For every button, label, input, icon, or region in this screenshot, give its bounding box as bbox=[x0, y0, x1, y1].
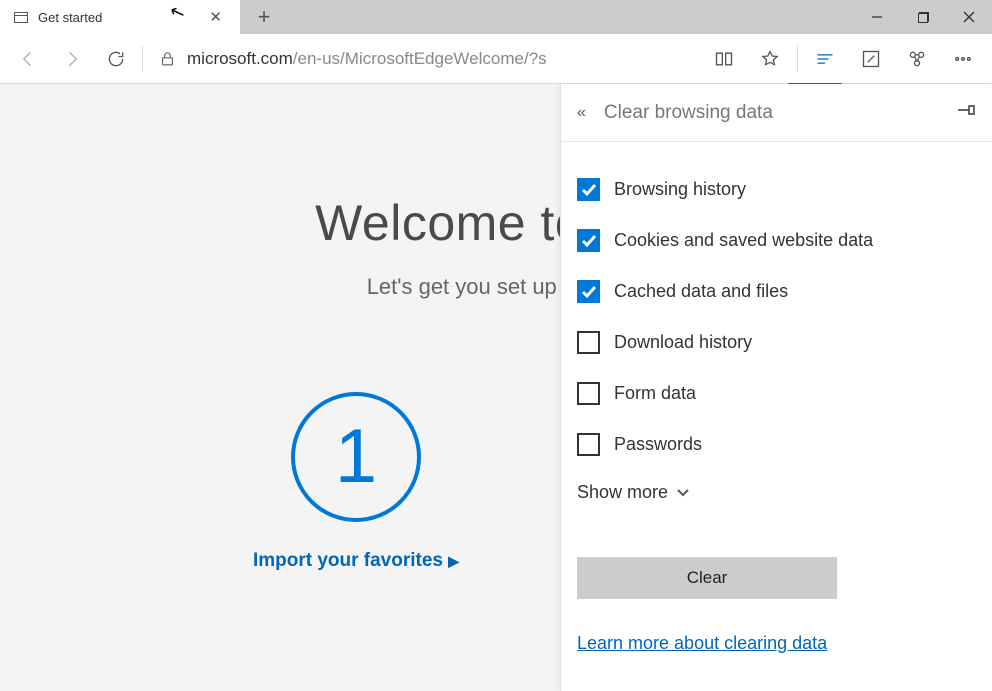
titlebar: Get started ✕ ↖ + bbox=[0, 0, 992, 34]
address-bar[interactable]: microsoft.com/en-us/MicrosoftEdgeWelcome… bbox=[187, 49, 701, 69]
step-1[interactable]: 1 Import your favorites ▶ bbox=[253, 392, 459, 572]
checkbox-row[interactable]: Download history bbox=[577, 317, 976, 368]
tab-close-button[interactable]: ✕ bbox=[201, 4, 230, 30]
checkbox[interactable] bbox=[577, 382, 600, 405]
close-window-button[interactable] bbox=[946, 0, 992, 34]
checkbox-row[interactable]: Form data bbox=[577, 368, 976, 419]
address-host: microsoft.com bbox=[187, 49, 293, 68]
pin-button[interactable] bbox=[958, 103, 976, 122]
panel-title: Clear browsing data bbox=[604, 102, 940, 124]
tab-title: Get started bbox=[38, 10, 102, 25]
lock-icon bbox=[147, 50, 187, 67]
show-more-button[interactable]: Show more bbox=[577, 482, 976, 503]
back-button[interactable] bbox=[6, 35, 50, 83]
address-path: /en-us/MicrosoftEdgeWelcome/?s bbox=[293, 49, 547, 68]
step-number: 1 bbox=[335, 419, 377, 495]
checkbox-label: Cookies and saved website data bbox=[614, 230, 873, 251]
panel-header: « Clear browsing data bbox=[561, 84, 992, 142]
forward-button[interactable] bbox=[50, 35, 94, 83]
checkbox-label: Cached data and files bbox=[614, 281, 788, 302]
clear-button[interactable]: Clear bbox=[577, 557, 837, 599]
arrow-right-icon: ▶ bbox=[448, 553, 459, 569]
separator bbox=[797, 46, 798, 72]
checkbox[interactable] bbox=[577, 229, 600, 252]
refresh-button[interactable] bbox=[94, 35, 138, 83]
restore-button[interactable] bbox=[900, 0, 946, 34]
checkbox-label: Passwords bbox=[614, 434, 702, 455]
show-more-label: Show more bbox=[577, 482, 668, 503]
favorite-button[interactable] bbox=[747, 35, 793, 83]
checkbox-label: Form data bbox=[614, 383, 696, 404]
checkbox[interactable] bbox=[577, 178, 600, 201]
panel-body: Browsing history Cookies and saved websit… bbox=[561, 142, 992, 670]
checkbox-row[interactable]: Cached data and files bbox=[577, 266, 976, 317]
clear-browsing-data-panel: « Clear browsing data Browsing history Co… bbox=[560, 84, 992, 691]
checkbox-label: Browsing history bbox=[614, 179, 746, 200]
separator bbox=[142, 46, 143, 72]
window-controls bbox=[854, 0, 992, 34]
checkbox-row[interactable]: Browsing history bbox=[577, 164, 976, 215]
reading-view-button[interactable] bbox=[701, 35, 747, 83]
panel-back-button[interactable]: « bbox=[577, 104, 586, 122]
cursor-icon: ↖ bbox=[167, 0, 188, 25]
checkbox-label: Download history bbox=[614, 332, 752, 353]
checkbox[interactable] bbox=[577, 280, 600, 303]
checkbox-row[interactable]: Passwords bbox=[577, 419, 976, 470]
checkbox-row[interactable]: Cookies and saved website data bbox=[577, 215, 976, 266]
webnote-button[interactable] bbox=[848, 35, 894, 83]
toolbar: microsoft.com/en-us/MicrosoftEdgeWelcome… bbox=[0, 34, 992, 84]
page-icon bbox=[14, 12, 28, 23]
more-button[interactable] bbox=[940, 35, 986, 83]
browser-tab[interactable]: Get started ✕ ↖ bbox=[0, 0, 240, 34]
learn-more-link[interactable]: Learn more about clearing data bbox=[577, 633, 976, 654]
share-button[interactable] bbox=[894, 35, 940, 83]
hub-button[interactable] bbox=[802, 35, 848, 83]
checkbox[interactable] bbox=[577, 331, 600, 354]
chevron-down-icon bbox=[676, 486, 690, 500]
new-tab-button[interactable]: + bbox=[240, 0, 288, 34]
step-circle: 1 bbox=[291, 392, 421, 522]
checkbox[interactable] bbox=[577, 433, 600, 456]
minimize-button[interactable] bbox=[854, 0, 900, 34]
step-label: Import your favorites ▶ bbox=[253, 550, 459, 572]
